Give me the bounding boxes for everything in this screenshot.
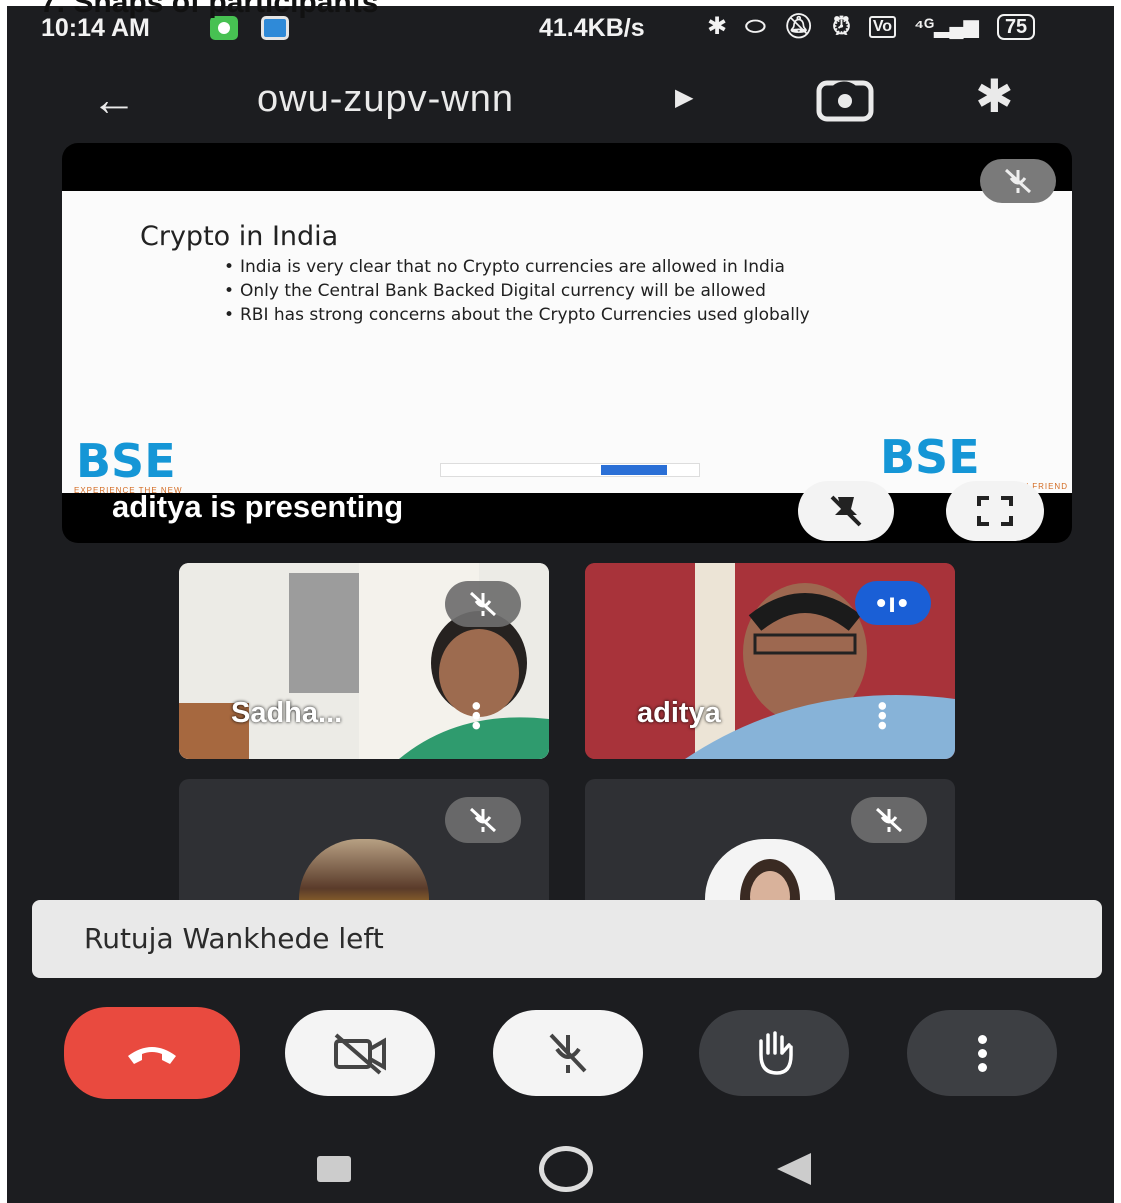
bluetooth-status-icon: ✱ — [707, 13, 728, 40]
camera-toggle-button[interactable] — [285, 1010, 435, 1096]
end-call-icon — [128, 1047, 176, 1064]
document-caption: 7. Snaps of participants — [40, 0, 379, 19]
meet-screen: 10:14 AM 41.4KB/s ✱ ⬭ 🔕︎ ⏰︎ Vo ⁴ᴳ▂▄▆ 75 … — [7, 6, 1114, 1203]
presentation-tile[interactable]: Crypto in India India is very clear that… — [62, 143, 1072, 543]
mic-off-icon — [851, 797, 927, 843]
presenter-label: aditya is presenting — [112, 489, 404, 524]
switch-camera-icon[interactable] — [815, 75, 875, 130]
raise-hand-button[interactable] — [699, 1010, 849, 1096]
participant-tile[interactable]: Sadha... ••• — [179, 563, 549, 759]
participant-tile[interactable] — [585, 779, 955, 919]
mic-toggle-button[interactable] — [493, 1010, 643, 1096]
slide-bullets: India is very clear that no Crypto curre… — [222, 259, 922, 331]
home-nav-button[interactable] — [539, 1146, 593, 1192]
participant-left-toast: Rutuja Wankhede left — [32, 900, 1102, 978]
shared-slide: Crypto in India India is very clear that… — [62, 191, 1072, 495]
slide-title: Crypto in India — [140, 221, 339, 252]
battery-indicator: 75 — [996, 13, 1036, 40]
recents-nav-button[interactable] — [317, 1156, 351, 1182]
bse-logo-mark: BSE — [76, 434, 176, 488]
mic-off-icon — [445, 581, 521, 627]
signal-4g-icon: ⁴ᴳ▂▄▆ — [914, 16, 979, 38]
mic-off-icon — [445, 797, 521, 843]
participant-tile[interactable] — [179, 779, 549, 919]
unpin-button[interactable] — [798, 481, 894, 541]
end-call-button[interactable] — [64, 1007, 240, 1099]
top-bar: ← owu-zupv-wnn ▶ ✱ — [7, 61, 1114, 141]
bluetooth-icon[interactable]: ✱ — [975, 69, 1014, 123]
fullscreen-icon — [977, 496, 1013, 526]
back-arrow-icon[interactable]: ← — [91, 71, 137, 127]
mute-icon: 🔕︎ — [783, 13, 815, 40]
participant-name: Sadha... — [231, 697, 343, 729]
svg-text:BSE: BSE — [76, 441, 176, 481]
more-vert-icon — [977, 1034, 987, 1072]
network-speed: 41.4KB/s — [539, 14, 645, 42]
slide-bullet: India is very clear that no Crypto curre… — [222, 259, 922, 277]
raise-hand-icon — [759, 1031, 793, 1075]
mic-off-icon — [549, 1033, 587, 1073]
unpin-icon — [830, 495, 862, 527]
more-vert-icon[interactable]: ••• — [461, 701, 492, 730]
participant-name: aditya — [637, 697, 721, 729]
back-nav-button[interactable] — [777, 1153, 811, 1185]
play-icon[interactable]: ▶ — [675, 83, 693, 112]
slide-bullet: RBI has strong concerns about the Crypto… — [222, 307, 922, 325]
bse-logo-mark: BSE — [880, 430, 980, 484]
svg-text:BSE: BSE — [880, 437, 980, 477]
alarm-icon: ⏰︎ — [832, 12, 851, 40]
volte-icon: Vo — [868, 15, 897, 38]
meeting-code[interactable]: owu-zupv-wnn — [257, 74, 514, 124]
participant-tile[interactable]: •ı• aditya ••• — [585, 563, 955, 759]
toggle-icon: ⬭ — [745, 12, 766, 40]
camera-off-icon — [334, 1033, 386, 1075]
slide-controls-bar — [440, 463, 700, 477]
mic-off-icon — [980, 159, 1056, 203]
slide-bullet: Only the Central Bank Backed Digital cur… — [222, 283, 922, 301]
speaking-indicator-icon: •ı• — [855, 581, 931, 625]
more-options-button[interactable] — [907, 1010, 1057, 1096]
fullscreen-button[interactable] — [946, 481, 1044, 541]
more-vert-icon[interactable]: ••• — [867, 701, 898, 730]
bse-logo-left: BSE EXPERIENCE THE NEW — [74, 434, 274, 495]
